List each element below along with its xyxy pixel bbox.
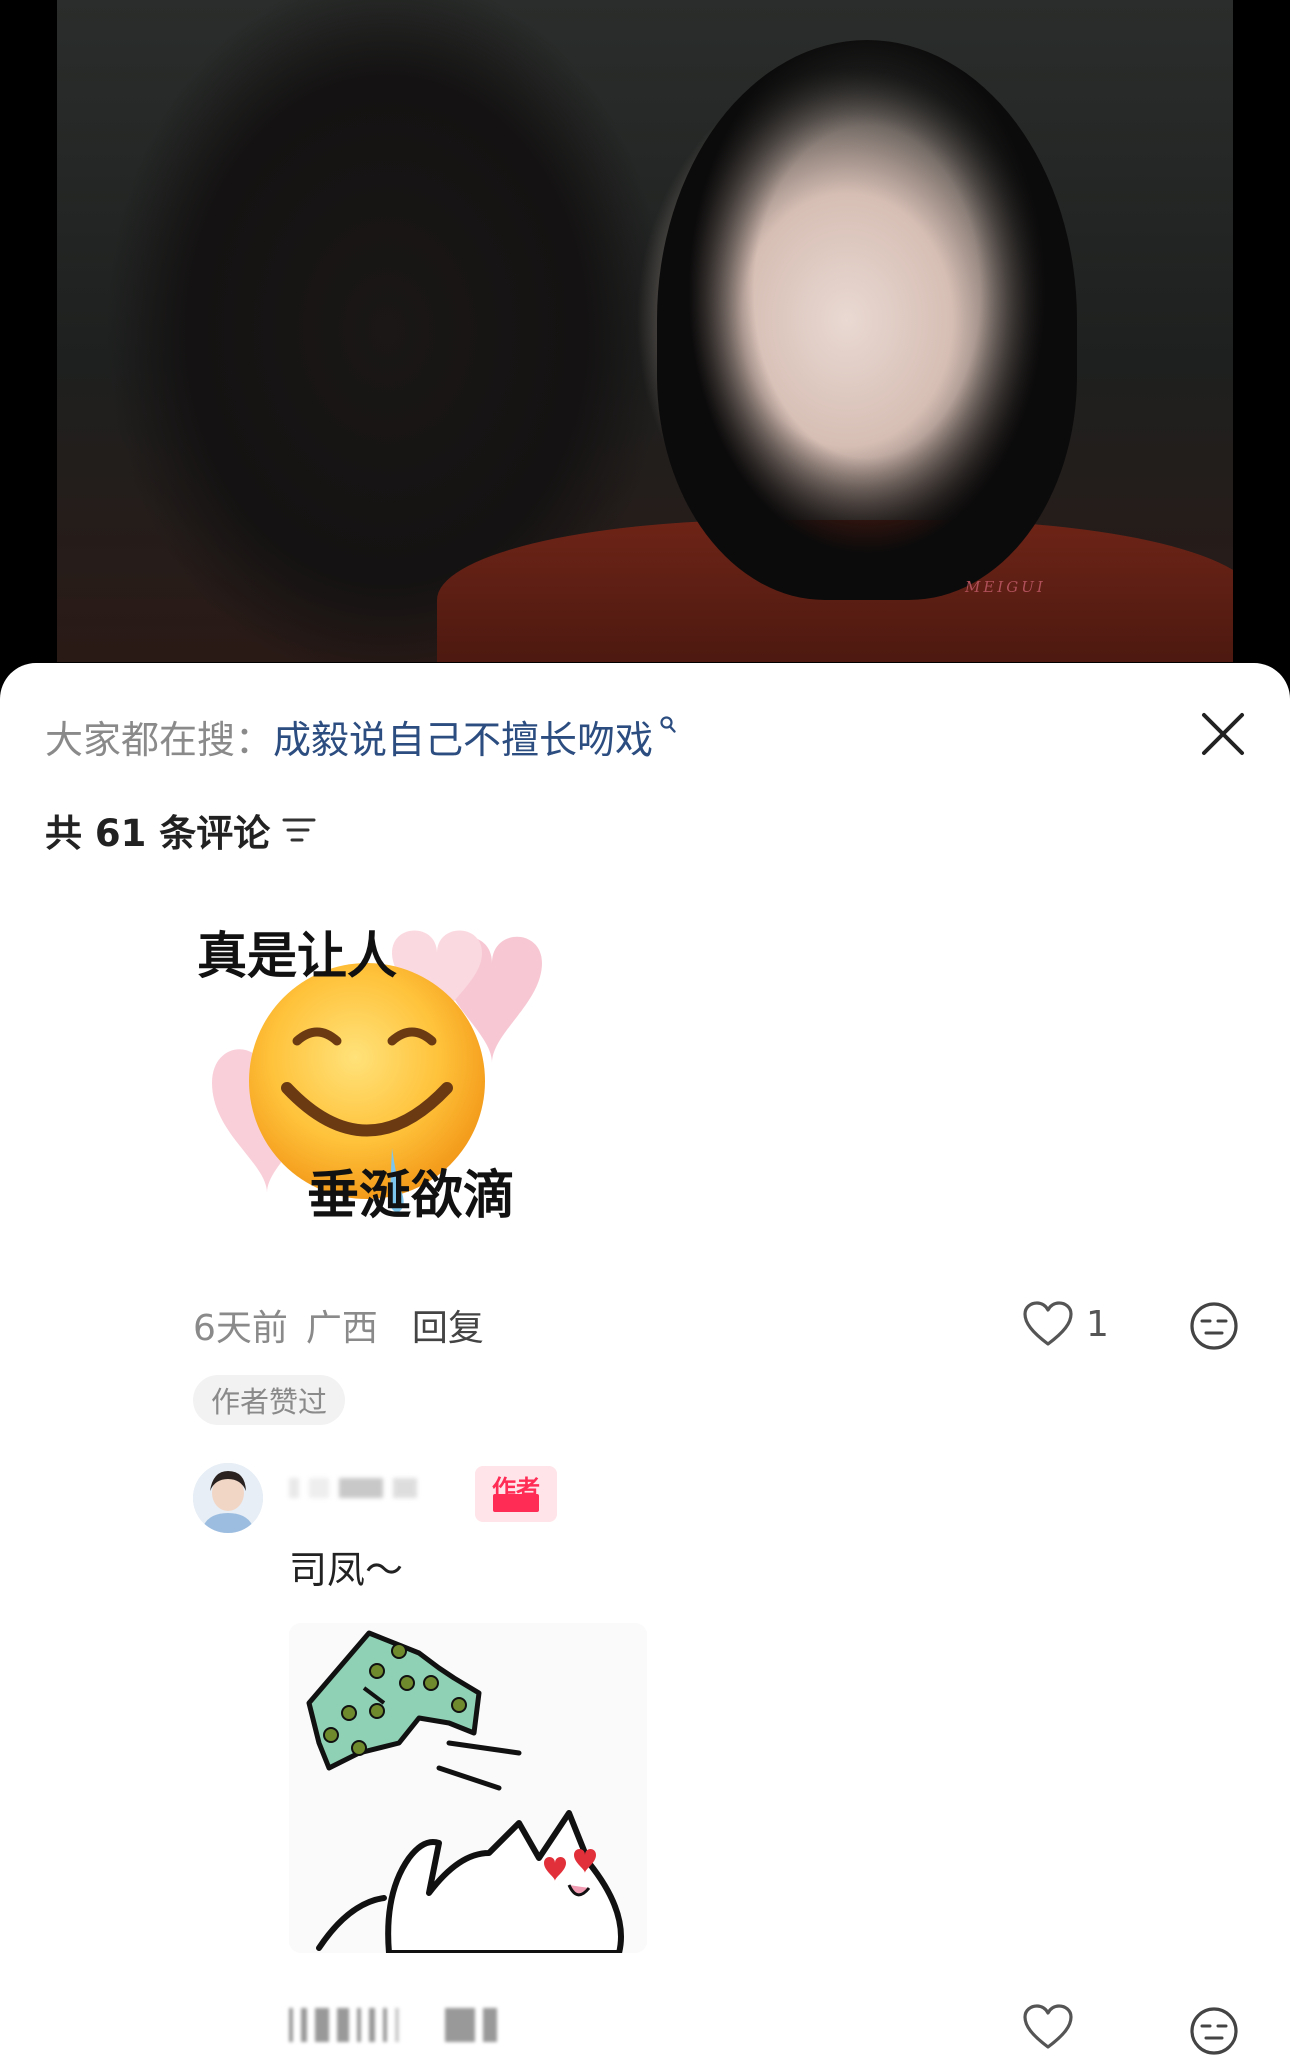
comment-time: 6天前 (193, 1308, 288, 1349)
reply-button[interactable]: 回复 (412, 1299, 484, 1351)
author-liked-badge: 作者赞过 (193, 1375, 346, 1425)
author-tag: 作者 (475, 1466, 557, 1522)
sticker-text-bottom: 垂涎欲滴 (307, 1166, 515, 1223)
comment-count: 共 61 条评论 (45, 803, 316, 857)
comment-like-button[interactable]: 1 (1022, 1300, 1109, 1348)
video-figure-hair (657, 40, 1077, 600)
video-player[interactable]: MEIGUI (57, 0, 1233, 662)
avatar[interactable] (193, 1463, 263, 1533)
comment-location: 广西 (305, 1308, 378, 1349)
trending-search[interactable]: 大家都在搜： 成毅说自己不擅长吻戏 (45, 709, 677, 764)
reply-dislike-face-icon[interactable] (1188, 2005, 1240, 2057)
reply-text: 司凤～ (289, 1548, 404, 1592)
heart-icon (1023, 1301, 1073, 1346)
like-count: 1 (1086, 1303, 1109, 1345)
dislike-face-icon[interactable] (1188, 1300, 1240, 1352)
comment-sticker-drooling-emoji[interactable]: 真是让人 垂涎欲滴 (192, 923, 552, 1223)
trending-search-term[interactable]: 成毅说自己不擅长吻戏 (273, 709, 653, 764)
video-watermark: MEIGUI (965, 578, 1046, 596)
avatar-image (193, 1463, 263, 1533)
comment-sheet: 大家都在搜： 成毅说自己不擅长吻戏 共 61 条评论 真是让人 垂涎欲滴 6天前… (0, 663, 1290, 2058)
comment-meta: 6天前 广西 回复 (193, 1299, 484, 1351)
close-icon[interactable] (1197, 708, 1249, 760)
reply-heart-icon[interactable] (1022, 2003, 1074, 2051)
sticker-text-top: 真是让人 (197, 927, 397, 985)
search-icon (660, 716, 676, 733)
reply-meta-redacted (289, 2005, 589, 2045)
reply-sticker-cat[interactable] (289, 1623, 647, 1953)
comment-count-label: 共 61 条评论 (45, 812, 271, 855)
trending-search-prefix: 大家都在搜： (45, 717, 274, 762)
author-name-redacted (289, 1473, 459, 1503)
sort-filter-icon[interactable] (282, 816, 316, 844)
